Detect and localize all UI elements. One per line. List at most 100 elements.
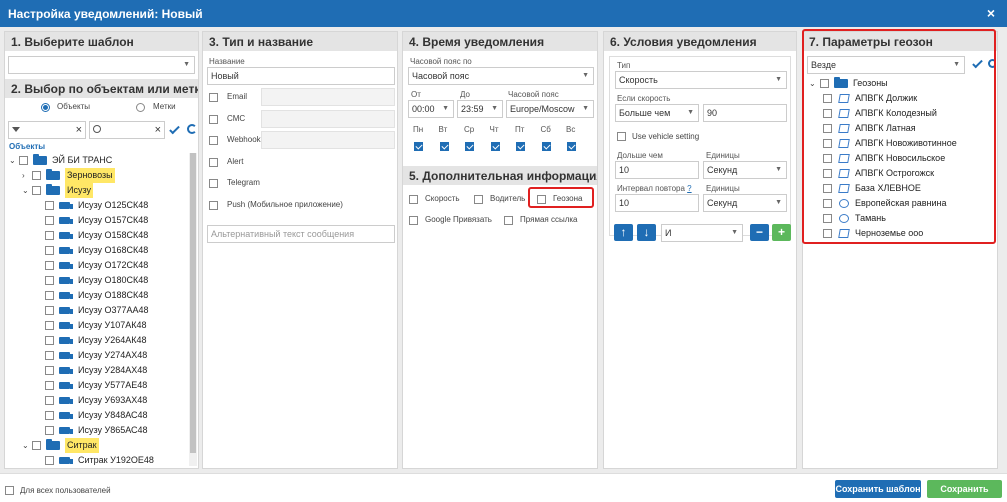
channel-checkbox[interactable] bbox=[209, 179, 218, 189]
tree-item[interactable]: Исузу О377АА48 bbox=[5, 303, 188, 318]
tree-item[interactable]: Исузу У848АС48 bbox=[5, 408, 188, 423]
apply-check-icon[interactable] bbox=[169, 123, 180, 135]
all-users-checkbox[interactable] bbox=[5, 486, 14, 495]
tree-item[interactable]: Исузу О188СК48 bbox=[5, 288, 188, 303]
tree-item[interactable]: Ситрак У192ОЕ48 bbox=[5, 453, 188, 466]
tree-item[interactable]: ⌄ ЭЙ БИ ТРАНС bbox=[5, 153, 188, 168]
tree-item[interactable]: Исузу О125СК48 bbox=[5, 198, 188, 213]
day-checkbox[interactable] bbox=[465, 142, 474, 151]
tree-item[interactable]: Исузу У107АК48 bbox=[5, 318, 188, 333]
tree-item-checkbox[interactable] bbox=[45, 276, 54, 285]
day-checkbox[interactable] bbox=[541, 142, 551, 151]
tree-item-checkbox[interactable] bbox=[32, 186, 41, 195]
tree-scrollbar[interactable] bbox=[189, 153, 197, 466]
tree-item-checkbox[interactable] bbox=[45, 216, 54, 225]
extra-checkbox[interactable] bbox=[409, 216, 418, 225]
speed-input[interactable]: 90 bbox=[703, 104, 787, 122]
expand-chevron-icon[interactable]: ⌄ bbox=[22, 183, 29, 198]
expand-chevron-icon[interactable]: ⌄ bbox=[22, 438, 29, 453]
tree-item-checkbox[interactable] bbox=[45, 306, 54, 315]
repeat-help-icon[interactable]: ? bbox=[687, 184, 691, 193]
tree-item-checkbox[interactable] bbox=[45, 411, 54, 420]
day-checkbox[interactable] bbox=[490, 142, 500, 151]
channel-checkbox[interactable] bbox=[209, 201, 218, 210]
extra-checkbox[interactable] bbox=[474, 195, 483, 204]
units-select[interactable]: Секунд ▼ bbox=[703, 161, 787, 179]
tree-item-checkbox[interactable] bbox=[45, 456, 54, 465]
radio-objects[interactable] bbox=[41, 103, 50, 112]
extra-checkbox[interactable] bbox=[537, 195, 546, 204]
tree-item-checkbox[interactable] bbox=[32, 171, 41, 180]
tree-item-checkbox[interactable] bbox=[45, 396, 54, 405]
tree-item-checkbox[interactable] bbox=[45, 246, 54, 255]
tree-item[interactable]: Исузу О180СК48 bbox=[5, 273, 188, 288]
tz-by-select[interactable]: Часовой пояс ▼ bbox=[408, 67, 594, 85]
clear-filter-icon[interactable]: × bbox=[76, 122, 82, 138]
search-input[interactable]: × bbox=[89, 121, 165, 139]
tree-item-checkbox[interactable] bbox=[45, 426, 54, 435]
tree-item-checkbox[interactable] bbox=[45, 291, 54, 300]
day-checkbox[interactable] bbox=[567, 142, 576, 151]
tree-item[interactable]: Исузу У577АЕ48 bbox=[5, 378, 188, 393]
radio-labels[interactable] bbox=[136, 103, 145, 112]
tz-select[interactable]: Europe/Moscow ▼ bbox=[506, 100, 594, 118]
tree-item[interactable]: ⌄ Исузу bbox=[5, 183, 188, 198]
channel-input[interactable] bbox=[261, 88, 395, 106]
day-checkbox[interactable] bbox=[414, 142, 423, 151]
tree-item[interactable]: Исузу О172СК48 bbox=[5, 258, 188, 273]
tree-item-checkbox[interactable] bbox=[45, 201, 54, 210]
clear-search-icon[interactable]: × bbox=[155, 122, 161, 138]
day-checkbox[interactable] bbox=[439, 142, 449, 151]
tree-item-checkbox[interactable] bbox=[19, 156, 28, 165]
filter-input[interactable]: × bbox=[8, 121, 86, 139]
remove-condition-button[interactable]: − bbox=[750, 224, 769, 241]
channel-checkbox[interactable] bbox=[209, 93, 218, 102]
tree-item-checkbox[interactable] bbox=[45, 381, 54, 390]
template-select[interactable]: ▼ bbox=[8, 56, 195, 74]
save-button[interactable]: Сохранить bbox=[927, 480, 1002, 498]
comparison-select[interactable]: Больше чем ▼ bbox=[615, 104, 699, 122]
expand-chevron-icon[interactable]: ⌄ bbox=[9, 153, 16, 168]
expand-chevron-icon[interactable]: › bbox=[22, 168, 25, 183]
tree-item[interactable]: Исузу У264АК48 bbox=[5, 333, 188, 348]
repeat-input[interactable]: 10 bbox=[615, 194, 699, 212]
name-input[interactable]: Новый bbox=[207, 67, 395, 85]
channel-input[interactable] bbox=[261, 131, 395, 150]
logic-select[interactable]: И ▼ bbox=[661, 224, 743, 242]
channel-input[interactable] bbox=[261, 109, 395, 128]
tree-item[interactable]: Исузу О158СК48 bbox=[5, 228, 188, 243]
tree-item[interactable]: › Зерновозы bbox=[5, 168, 188, 183]
move-up-button[interactable]: ↑ bbox=[614, 224, 633, 241]
channel-checkbox[interactable] bbox=[209, 136, 218, 146]
tree-item[interactable]: Исузу У284АХ48 bbox=[5, 363, 188, 378]
tree-item[interactable]: Исузу У693АХ48 bbox=[5, 393, 188, 408]
channel-checkbox[interactable] bbox=[209, 157, 218, 167]
tree-item-checkbox[interactable] bbox=[45, 336, 54, 345]
longer-input[interactable]: 10 bbox=[615, 161, 699, 179]
tree-item-checkbox[interactable] bbox=[45, 261, 54, 270]
tree-item[interactable]: ⌄ Ситрак bbox=[5, 438, 188, 453]
type-select[interactable]: Скорость ▼ bbox=[615, 71, 787, 89]
refresh-icon[interactable] bbox=[187, 124, 197, 134]
tree-item[interactable]: Исузу У865АС48 bbox=[5, 423, 188, 438]
tree-item-checkbox[interactable] bbox=[45, 351, 54, 360]
from-select[interactable]: 00:00 ▼ bbox=[408, 100, 454, 118]
save-template-button[interactable]: Сохранить шаблон bbox=[835, 480, 921, 498]
alt-text-input[interactable]: Альтернативный текст сообщения bbox=[207, 225, 395, 243]
tree-item[interactable]: Исузу О157СК48 bbox=[5, 213, 188, 228]
channel-checkbox[interactable] bbox=[209, 114, 218, 124]
tree-item[interactable]: Исузу О168СК48 bbox=[5, 243, 188, 258]
tree-item-checkbox[interactable] bbox=[45, 366, 54, 375]
tree-item[interactable]: Исузу У274АХ48 bbox=[5, 348, 188, 363]
extra-checkbox[interactable] bbox=[504, 216, 513, 225]
units2-select[interactable]: Секунд ▼ bbox=[703, 194, 787, 212]
close-icon[interactable]: × bbox=[983, 5, 999, 21]
move-down-button[interactable]: ↓ bbox=[637, 224, 656, 241]
tree-item-checkbox[interactable] bbox=[32, 441, 41, 450]
day-checkbox[interactable] bbox=[516, 142, 525, 151]
tree-item-checkbox[interactable] bbox=[45, 231, 54, 240]
to-select[interactable]: 23:59 ▼ bbox=[457, 100, 503, 118]
tree-item-checkbox[interactable] bbox=[45, 321, 54, 330]
use-vehicle-checkbox[interactable] bbox=[617, 132, 626, 141]
add-condition-button[interactable]: + bbox=[772, 224, 791, 241]
